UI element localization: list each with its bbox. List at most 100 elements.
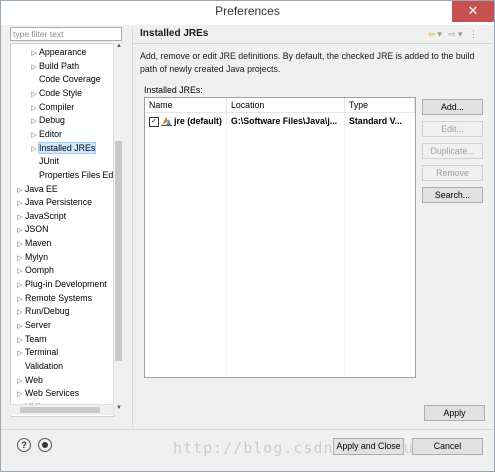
help-icon[interactable]: ? [17, 438, 31, 452]
expand-arrow-icon[interactable]: ▷ [15, 293, 25, 306]
forward-arrow-icon[interactable]: ⇨ [448, 29, 458, 39]
expand-arrow-icon[interactable]: ▷ [29, 88, 39, 101]
tree-item[interactable]: ▷ Web [15, 374, 43, 387]
tree-item[interactable]: Validation [15, 360, 63, 373]
hscroll-thumb[interactable] [20, 407, 100, 413]
tree-item-label: Remote Systems [25, 292, 92, 303]
preference-tree: ▷ Appearance ▷ Build Path Code Coverage ▷ Code… [10, 43, 115, 417]
tree-item[interactable]: ▷ Web Services [15, 387, 79, 400]
tree-item-label: Team [25, 333, 47, 344]
tree-item[interactable]: ▷ Java Persistence [15, 196, 92, 209]
expand-arrow-icon[interactable]: ▷ [29, 102, 39, 115]
duplicate-button[interactable]: Duplicate... [422, 143, 483, 159]
expand-arrow-icon[interactable]: ▷ [15, 265, 25, 278]
default-jre-checkbox[interactable]: ✓ [149, 117, 159, 127]
tree-item-label: Maven [25, 238, 52, 249]
tree-item[interactable]: ▷ Maven [15, 237, 51, 250]
expand-arrow-icon[interactable]: ▷ [29, 115, 39, 128]
page-description: Add, remove or edit JRE definitions. By … [140, 51, 475, 74]
expand-arrow-icon[interactable]: ▷ [15, 388, 25, 401]
expand-arrow-icon[interactable]: ▷ [15, 375, 25, 388]
tree-item-label: JSON [25, 224, 49, 235]
filter-input[interactable]: type filter text [10, 27, 122, 41]
column-header-location[interactable]: Location [227, 98, 345, 113]
apply-and-close-button[interactable]: Apply and Close [333, 438, 404, 455]
tree-item[interactable]: ▷ Mylyn [15, 251, 48, 264]
column-separator [344, 113, 345, 377]
table-row[interactable]: ✓ jre (default) G:\Software Files\Java\j… [145, 114, 415, 128]
tree-item[interactable]: ▷ JavaScript [15, 210, 66, 223]
edit-button[interactable]: Edit... [422, 121, 483, 137]
back-menu-icon[interactable]: ▾ [437, 29, 444, 39]
tree-item[interactable]: Code Coverage [29, 73, 101, 86]
expand-arrow-icon[interactable]: ▷ [15, 184, 25, 197]
tree-vertical-scrollbar[interactable]: ▲ ▼ [113, 43, 123, 415]
tree-item[interactable]: ▷ Server [15, 319, 51, 332]
cancel-button[interactable]: Cancel [412, 438, 483, 455]
column-header-type[interactable]: Type [345, 98, 415, 113]
tree-item[interactable]: ▷ Appearance [29, 46, 86, 59]
tree-item[interactable]: ▷ Build Path [29, 60, 79, 73]
record-glyph [42, 442, 48, 448]
jre-location: G:\Software Files\Java\j... [231, 116, 338, 126]
tree-item-label: Mylyn [25, 251, 48, 262]
tree-horizontal-scrollbar[interactable] [10, 404, 113, 415]
forward-menu-icon[interactable]: ▾ [458, 29, 465, 39]
expand-arrow-icon[interactable]: ▷ [29, 143, 39, 156]
tree-item[interactable]: ▷ Debug [29, 114, 65, 127]
tree-item-label: Oomph [25, 265, 54, 276]
scroll-up-icon[interactable]: ▲ [114, 43, 124, 53]
remove-button[interactable]: Remove [422, 165, 483, 181]
tree-item[interactable]: ▷ Oomph [15, 264, 54, 277]
expand-arrow-icon[interactable]: ▷ [15, 320, 25, 333]
column-separator [226, 113, 227, 377]
expand-arrow-icon[interactable]: ▷ [15, 279, 25, 292]
tree-item[interactable]: ▷ Code Style [29, 87, 82, 100]
tree-item[interactable]: ▷ Run/Debug [15, 305, 70, 319]
tree-item[interactable]: ▷ Editor [29, 128, 62, 141]
tree-item[interactable]: ▷ Terminal [15, 346, 58, 359]
expand-arrow-icon[interactable]: ▷ [15, 224, 25, 237]
page-title: Installed JREs [140, 28, 209, 39]
scroll-down-icon[interactable]: ▼ [114, 405, 124, 415]
window-title: Preferences [215, 4, 280, 18]
expand-arrow-icon[interactable]: ▷ [15, 197, 25, 210]
tree-item-label: JavaScript [25, 210, 67, 221]
tree-item-label: Server [25, 320, 51, 330]
tree-item[interactable]: Properties Files Ed [29, 169, 113, 182]
tree-item[interactable]: ▷ Remote Systems [15, 292, 92, 305]
close-button[interactable]: ✕ [452, 1, 494, 22]
checkmark-icon: ✓ [151, 118, 157, 125]
column-header-name[interactable]: Name [145, 98, 227, 113]
pane-divider[interactable] [132, 27, 133, 427]
search-button[interactable]: Search... [422, 187, 483, 203]
tree-item-label: Java Persistence [25, 197, 92, 208]
tree-item-label: Web [25, 374, 43, 385]
tree-item-label: JUnit [39, 156, 60, 167]
tree-item[interactable]: ▷ Java EE [15, 183, 57, 197]
view-menu-icon[interactable]: ⋮ [469, 29, 480, 39]
expand-arrow-icon[interactable]: ▷ [29, 47, 39, 60]
tree-item-label: Run/Debug [25, 306, 70, 317]
tree-item[interactable]: ▷ Team [15, 333, 47, 347]
expand-arrow-icon[interactable]: ▷ [15, 347, 25, 360]
scroll-thumb[interactable] [115, 141, 122, 361]
tree-item[interactable]: ▷ Plug-in Development [15, 278, 106, 292]
expand-arrow-icon[interactable]: ▷ [15, 334, 25, 347]
tree-item[interactable]: JUnit [29, 155, 59, 168]
back-arrow-icon[interactable]: ⇦ [428, 29, 438, 39]
tree-item[interactable]: ▷ Compiler [29, 101, 74, 114]
tree-item[interactable]: ▷ JSON [15, 223, 48, 236]
expand-arrow-icon[interactable]: ▷ [15, 306, 25, 319]
installed-jres-label: Installed JREs: [144, 85, 203, 95]
import-export-icon[interactable] [38, 438, 52, 452]
add-button[interactable]: Add... [422, 99, 483, 115]
expand-arrow-icon[interactable]: ▷ [29, 61, 39, 74]
expand-arrow-icon[interactable]: ▷ [15, 211, 25, 224]
expand-arrow-icon[interactable]: ▷ [15, 252, 25, 265]
tree-item-label: Code Style [39, 87, 83, 98]
expand-arrow-icon[interactable]: ▷ [29, 129, 39, 142]
tree-item[interactable]: ▷ Installed JREs [29, 141, 97, 156]
expand-arrow-icon[interactable]: ▷ [15, 238, 25, 251]
apply-button[interactable]: Apply [424, 405, 485, 421]
